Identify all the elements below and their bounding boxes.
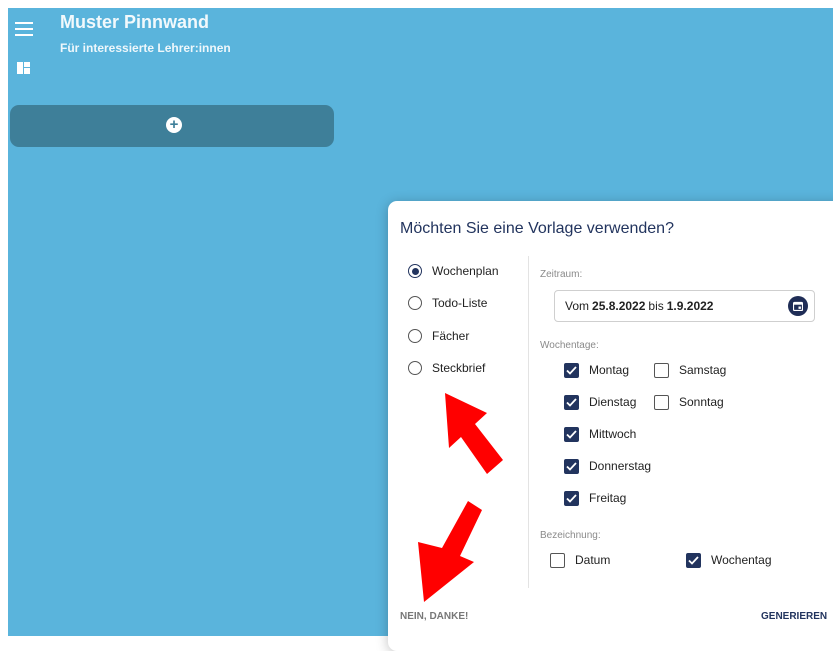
checkbox-freitag[interactable]: Freitag xyxy=(564,489,626,507)
board-title: Muster Pinnwand xyxy=(60,12,210,32)
checkbox-label: Dienstag xyxy=(589,395,637,409)
checkbox-label: Mittwoch xyxy=(589,427,637,441)
checkbox-donnerstag[interactable]: Donnerstag xyxy=(564,457,651,475)
checkbox-label: Datum xyxy=(575,553,611,567)
checkbox-montag[interactable]: Montag xyxy=(564,361,629,379)
date-prefix: Vom xyxy=(565,299,590,313)
date-range-field[interactable]: Vom 25.8.2022 bis 1.9.2022 xyxy=(554,290,815,322)
checkbox-mittwoch[interactable]: Mittwoch xyxy=(564,425,636,443)
menu-icon[interactable] xyxy=(15,22,33,36)
checkbox-label: Montag xyxy=(589,363,630,377)
board-subtitle: Für interessierte Lehrer:innen xyxy=(60,41,231,55)
vertical-divider xyxy=(528,256,529,588)
checkbox-label: Donnerstag xyxy=(589,459,652,473)
radio-todo-liste[interactable]: Todo-Liste xyxy=(408,293,487,313)
checkbox-dienstag[interactable]: Dienstag xyxy=(564,393,636,411)
wochentage-label: Wochentage: xyxy=(540,340,599,351)
radio-steckbrief[interactable]: Steckbrief xyxy=(408,358,485,378)
checkbox-wochentag[interactable]: Wochentag xyxy=(686,551,772,569)
arrow-down-annotation xyxy=(418,501,482,602)
radio-label: Fächer xyxy=(432,329,470,343)
add-column-button[interactable]: + xyxy=(10,105,334,147)
cancel-button[interactable]: NEIN, DANKE! xyxy=(400,611,468,622)
check-icon[interactable] xyxy=(564,490,579,506)
radio-faecher[interactable]: Fächer xyxy=(408,326,469,346)
add-icon: + xyxy=(166,117,182,133)
dialog-title: Möchten Sie eine Vorlage verwenden? xyxy=(400,220,674,237)
checkbox-label: Wochentag xyxy=(711,553,772,567)
radio-button[interactable] xyxy=(408,361,422,375)
checkbox-box[interactable] xyxy=(654,362,669,378)
checkbox-box[interactable] xyxy=(550,552,565,568)
checkbox-label: Sonntag xyxy=(679,395,724,409)
check-icon[interactable] xyxy=(564,362,579,378)
checkbox-datum[interactable]: Datum xyxy=(550,551,610,569)
generate-button[interactable]: GENERIEREN xyxy=(761,611,827,622)
check-icon[interactable] xyxy=(564,426,579,442)
checkbox-label: Samstag xyxy=(679,363,727,377)
radio-button[interactable] xyxy=(408,329,422,343)
radio-button[interactable] xyxy=(408,296,422,310)
radio-wochenplan[interactable]: Wochenplan xyxy=(408,261,499,281)
radio-label: Wochenplan xyxy=(432,264,499,278)
date-middle: bis xyxy=(648,299,664,313)
date-from: 25.8.2022 xyxy=(592,299,646,313)
checkbox-samstag[interactable]: Samstag xyxy=(654,361,726,379)
check-icon[interactable] xyxy=(564,394,579,410)
calendar-icon[interactable] xyxy=(788,296,808,316)
check-icon[interactable] xyxy=(564,458,579,474)
date-to: 1.9.2022 xyxy=(666,299,714,313)
radio-button[interactable] xyxy=(408,264,422,278)
bezeichnung-label: Bezeichnung: xyxy=(540,530,601,541)
radio-label: Steckbrief xyxy=(432,361,486,375)
checkbox-sonntag[interactable]: Sonntag xyxy=(654,393,724,411)
checkbox-box[interactable] xyxy=(654,394,669,410)
layout-icon[interactable] xyxy=(17,62,30,74)
zeitraum-label: Zeitraum: xyxy=(540,269,583,280)
radio-label: Todo-Liste xyxy=(432,296,488,310)
check-icon[interactable] xyxy=(686,552,701,568)
checkbox-label: Freitag xyxy=(589,491,627,505)
arrow-up-annotation xyxy=(445,393,503,474)
